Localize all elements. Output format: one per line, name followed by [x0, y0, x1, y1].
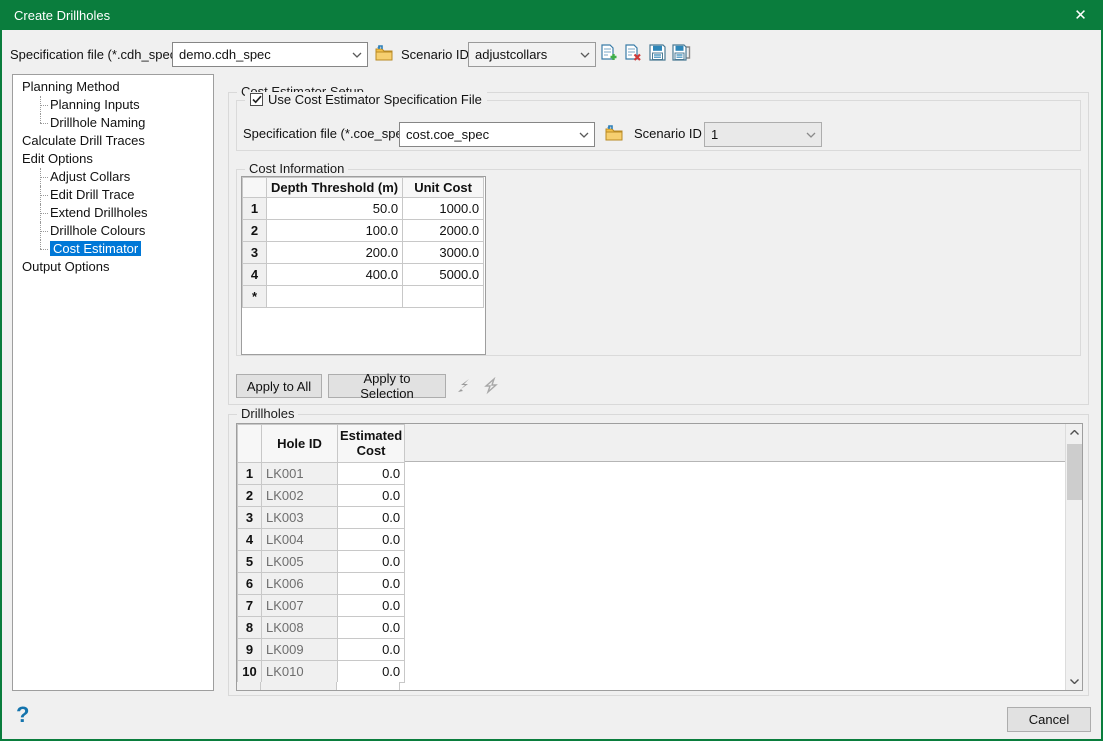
checkmark-icon — [252, 92, 262, 107]
tree-item-planning-method[interactable]: Planning Method — [13, 78, 213, 96]
delete-scenario-button[interactable] — [622, 43, 644, 65]
tree-item-drillhole-colours[interactable]: Drillhole Colours — [13, 222, 213, 240]
table-row: 4 LK004 0.0 — [238, 529, 405, 551]
chevron-down-icon — [801, 132, 821, 138]
scenario-id-label: Scenario ID — [401, 47, 469, 62]
table-row-new: * — [243, 286, 484, 308]
open-folder-icon — [375, 45, 394, 64]
save-scenario-button[interactable] — [646, 43, 668, 65]
table-row: 4 400.0 5000.0 — [243, 264, 484, 286]
table-row: 9 LK009 0.0 — [238, 639, 405, 661]
table-row: 2 LK002 0.0 — [238, 485, 405, 507]
table-row: 5 LK005 0.0 — [238, 551, 405, 573]
chevron-down-icon — [574, 132, 594, 138]
cost-information-table: Depth Threshold (m) Unit Cost 1 50.0 100… — [242, 177, 484, 308]
column-header-hole-id[interactable]: Hole ID — [262, 425, 338, 463]
new-scenario-button[interactable] — [598, 43, 620, 65]
delete-scenario-icon — [625, 44, 642, 65]
apply-to-all-button[interactable]: Apply to All — [236, 374, 322, 398]
save-scenario-icon — [649, 44, 666, 64]
cost-information-group-label: Cost Information — [245, 161, 348, 176]
coe-scenario-id-combo[interactable]: 1 — [704, 122, 822, 147]
spec-file-combo[interactable]: demo.cdh_spec — [172, 42, 368, 67]
table-row: 7 LK007 0.0 — [238, 595, 405, 617]
new-scenario-icon — [601, 44, 618, 65]
tree-item-output-options[interactable]: Output Options — [13, 258, 213, 276]
create-drillholes-dialog: Create Drillholes ✕ Specification file (… — [0, 0, 1103, 741]
scrollbar-thumb[interactable] — [1067, 444, 1082, 500]
drillholes-table: Hole ID Estimated Cost 1 LK001 0.0 2 LK0… — [237, 424, 405, 683]
chevron-down-icon — [347, 52, 367, 58]
close-icon: ✕ — [1074, 6, 1087, 24]
table-row: 6 LK006 0.0 — [238, 573, 405, 595]
cost-information-grid: Depth Threshold (m) Unit Cost 1 50.0 100… — [241, 176, 486, 355]
scenario-id-combo[interactable]: adjustcollars — [468, 42, 596, 67]
coe-spec-file-combo[interactable]: cost.coe_spec — [399, 122, 595, 147]
apply-arrow-up-icon — [455, 377, 473, 398]
spec-file-value: demo.cdh_spec — [173, 47, 347, 62]
browse-spec-file-button[interactable] — [373, 43, 395, 65]
scenario-id-value: adjustcollars — [469, 47, 575, 62]
table-row: 3 LK003 0.0 — [238, 507, 405, 529]
apply-to-selection-button[interactable]: Apply to Selection — [328, 374, 446, 398]
scroll-up-icon[interactable] — [1066, 424, 1083, 441]
spec-file-label: Specification file (*.cdh_spec) — [10, 47, 181, 62]
tree-item-calculate-drill-traces[interactable]: Calculate Drill Traces — [13, 132, 213, 150]
tree-item-drillhole-naming[interactable]: Drillhole Naming — [13, 114, 213, 132]
coe-spec-file-label: Specification file (*.coe_spec) — [243, 126, 414, 141]
title-bar: Create Drillholes ✕ — [0, 0, 1103, 30]
tree-item-extend-drillholes[interactable]: Extend Drillholes — [13, 204, 213, 222]
tree-item-adjust-collars[interactable]: Adjust Collars — [13, 168, 213, 186]
column-header-estimated-cost[interactable]: Estimated Cost — [338, 425, 405, 463]
partial-table-row — [237, 682, 400, 691]
drillholes-group-label: Drillholes — [237, 406, 298, 421]
window-title: Create Drillholes — [0, 8, 110, 23]
open-folder-icon — [605, 125, 624, 144]
drillholes-group: Drillholes Hole ID Estimated Cost 1 LK00… — [228, 414, 1089, 696]
table-row: 1 50.0 1000.0 — [243, 198, 484, 220]
drillholes-grid: Hole ID Estimated Cost 1 LK001 0.0 2 LK0… — [236, 423, 1083, 691]
use-spec-file-group: Use Cost Estimator Specification File Sp… — [236, 100, 1081, 151]
corner-header-cell[interactable] — [238, 425, 262, 463]
vertical-scrollbar[interactable] — [1065, 424, 1082, 690]
help-icon[interactable]: ? — [16, 702, 29, 728]
cost-information-group: Cost Information Depth Threshold (m) Uni… — [236, 169, 1081, 356]
scroll-down-icon[interactable] — [1066, 673, 1083, 690]
use-spec-file-checkbox-label[interactable]: Use Cost Estimator Specification File — [268, 92, 482, 107]
browse-coe-spec-file-button[interactable] — [603, 123, 625, 145]
coe-scenario-id-label: Scenario ID — [634, 126, 702, 141]
table-row: 8 LK008 0.0 — [238, 617, 405, 639]
tree-item-planning-inputs[interactable]: Planning Inputs — [13, 96, 213, 114]
table-row: 10 LK010 0.0 — [238, 661, 405, 683]
column-header-unit-cost[interactable]: Unit Cost — [403, 178, 484, 198]
coe-scenario-id-value: 1 — [705, 127, 801, 142]
settings-nav-tree: Planning Method Planning Inputs Drillhol… — [12, 74, 214, 691]
corner-header-cell[interactable] — [243, 178, 267, 198]
save-scenario-as-button[interactable] — [670, 43, 692, 65]
save-scenario-as-icon — [672, 44, 691, 64]
use-spec-file-checkbox[interactable] — [250, 93, 263, 106]
apply-arrow-down-icon — [482, 377, 500, 398]
table-row: 1 LK001 0.0 — [238, 463, 405, 485]
chevron-down-icon — [575, 52, 595, 58]
table-row: 2 100.0 2000.0 — [243, 220, 484, 242]
column-header-depth-threshold[interactable]: Depth Threshold (m) — [267, 178, 403, 198]
coe-spec-file-value: cost.coe_spec — [400, 127, 574, 142]
cancel-button[interactable]: Cancel — [1007, 707, 1091, 732]
selected-tree-item: Cost Estimator — [50, 241, 141, 256]
tree-item-edit-drill-trace[interactable]: Edit Drill Trace — [13, 186, 213, 204]
tree-item-edit-options[interactable]: Edit Options — [13, 150, 213, 168]
tree-item-cost-estimator[interactable]: Cost Estimator — [13, 240, 213, 258]
cost-estimator-setup-group: Cost Estimator Setup Use Cost Estimator … — [228, 92, 1089, 405]
close-button[interactable]: ✕ — [1058, 0, 1103, 30]
table-row: 3 200.0 3000.0 — [243, 242, 484, 264]
